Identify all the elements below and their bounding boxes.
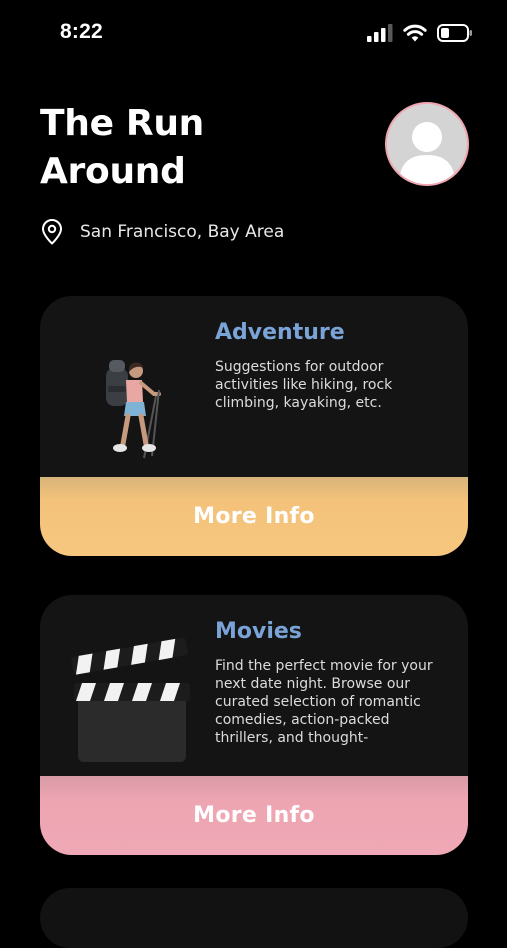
status-time: 8:22	[60, 20, 103, 43]
category-card-movies[interactable]: Movies Find the perfect movie for your n…	[40, 595, 468, 855]
status-bar: 8:22	[0, 0, 507, 70]
wifi-icon	[403, 24, 427, 42]
category-card-adventure[interactable]: Adventure Suggestions for outdoor activi…	[40, 296, 468, 556]
map-pin-icon	[42, 219, 62, 245]
profile-avatar[interactable]	[385, 102, 469, 186]
card-description: Suggestions for outdoor activities like …	[215, 359, 393, 411]
card-description: Find the perfect movie for your next dat…	[215, 658, 433, 746]
category-card-partial[interactable]	[40, 888, 468, 948]
card-title: Adventure	[215, 320, 345, 345]
more-info-button[interactable]: More Info	[40, 776, 468, 855]
more-info-button[interactable]: More Info	[40, 477, 468, 556]
user-placeholder-icon	[399, 122, 455, 184]
battery-icon	[437, 24, 472, 42]
cellular-signal-icon	[367, 24, 393, 42]
clapperboard-illustration	[60, 615, 210, 775]
hiker-illustration	[60, 316, 210, 476]
app-title: The Run Around	[40, 103, 205, 192]
location-label: San Francisco, Bay Area	[80, 222, 285, 242]
location-row: San Francisco, Bay Area	[40, 219, 284, 245]
card-title: Movies	[215, 619, 302, 644]
status-icons	[367, 24, 473, 42]
